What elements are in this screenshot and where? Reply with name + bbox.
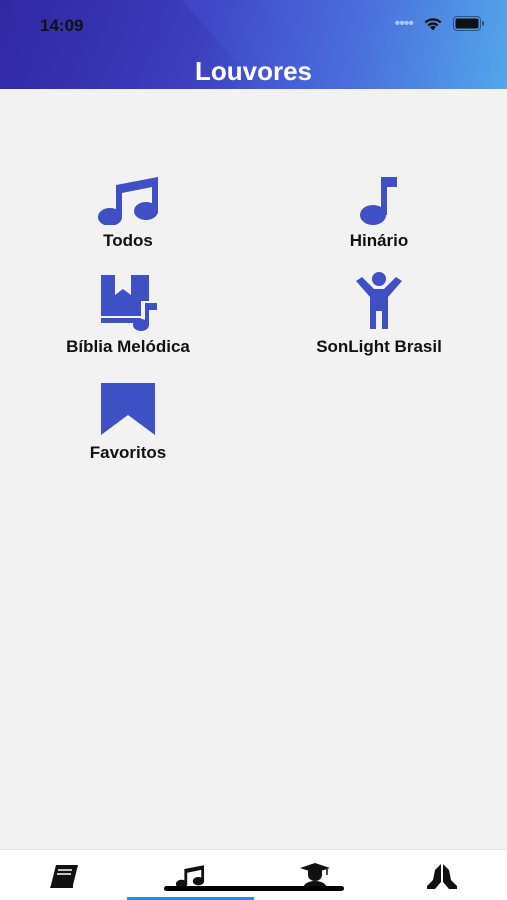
tile-label: Favoritos	[89, 443, 167, 462]
battery-icon	[453, 16, 484, 31]
tile-biblia-melodica[interactable]: Bíblia Melódica	[18, 269, 238, 357]
tile-todos[interactable]: Todos	[18, 163, 238, 251]
music-notes-icon	[96, 163, 160, 225]
cellular-signal-icon: ••••	[394, 14, 414, 32]
tile-label: Bíblia Melódica	[66, 337, 190, 356]
music-notes-icon	[175, 865, 205, 888]
tile-label: SonLight Brasil	[316, 337, 442, 356]
tab-bible[interactable]	[34, 860, 94, 892]
tile-hinario[interactable]: Hinário	[269, 163, 489, 251]
home-indicator	[164, 886, 344, 891]
bookmark-icon	[99, 375, 157, 437]
status-icons: ••••	[394, 14, 485, 32]
music-note-icon	[357, 163, 401, 225]
app-header: 14:09 •••• Louvores	[0, 0, 507, 89]
tile-label: Hinário	[349, 231, 409, 250]
book-icon	[50, 865, 78, 888]
praying-hands-icon	[427, 864, 457, 889]
tab-bar	[0, 849, 507, 900]
tile-sonlight-brasil[interactable]: SonLight Brasil	[269, 269, 489, 357]
tile-label: Todos	[103, 231, 153, 250]
bible-music-icon	[97, 269, 159, 331]
tab-prayer[interactable]	[412, 860, 472, 892]
page-title: Louvores	[194, 56, 313, 86]
categories-grid: Todos Hinário Bíblia Melódica SonLight B…	[0, 89, 507, 849]
wifi-icon	[424, 18, 442, 31]
tile-favoritos[interactable]: Favoritos	[18, 375, 238, 463]
child-icon	[352, 269, 406, 331]
status-time: 14:09	[40, 16, 84, 35]
